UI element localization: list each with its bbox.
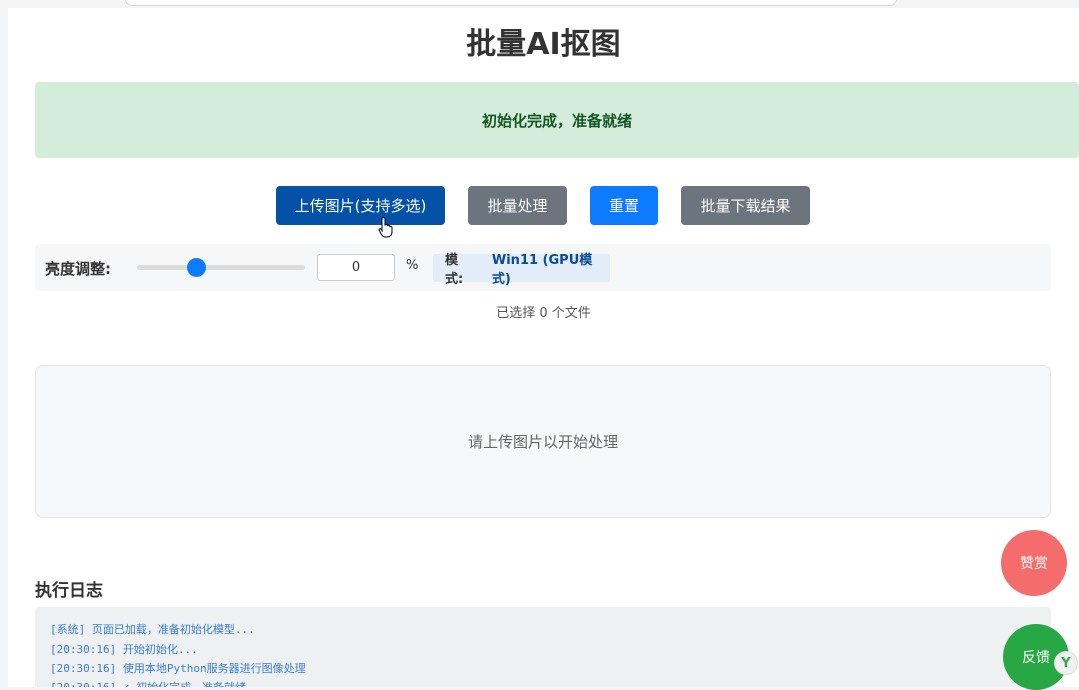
mode-label: 模式: (445, 253, 464, 287)
status-banner: 初始化完成，准备就绪 (35, 82, 1079, 158)
percent-unit: % (406, 258, 419, 273)
brightness-control-row: 亮度调整: % 模式: Win11 (GPU模式) (35, 244, 1051, 291)
log-line: [20:30:16] 开始初始化... (50, 643, 198, 656)
feedback-label: 反馈 (1022, 650, 1050, 666)
mode-value: Win11 (GPU模式) (491, 253, 593, 287)
reward-label: 赞赏 (1020, 556, 1048, 572)
reset-button[interactable]: 重置 (590, 186, 658, 225)
app-badge-icon[interactable]: Y (1054, 651, 1078, 675)
page-title: 批量AI抠图 (466, 27, 621, 62)
batch-download-button[interactable]: 批量下载结果 (681, 186, 810, 225)
log-line: [系统] 页面已加载，准备初始化模型... (50, 623, 255, 636)
log-title: 执行日志 (35, 581, 103, 601)
brightness-slider-thumb[interactable] (187, 258, 206, 277)
brightness-slider-track[interactable] (137, 265, 305, 270)
image-drop-area[interactable]: 请上传图片以开始处理 (35, 365, 1051, 518)
main-card: 批量AI抠图 初始化完成，准备就绪 上传图片(支持多选) 批量处理 重置 批量下… (8, 8, 1079, 687)
reward-button[interactable]: 赞赏 (1001, 530, 1067, 596)
batch-process-button[interactable]: 批量处理 (468, 186, 567, 225)
file-count-text: 已选择 0 个文件 (496, 306, 591, 321)
mode-badge: 模式: Win11 (GPU模式) (433, 253, 610, 287)
hand-cursor-icon (378, 216, 393, 238)
brightness-input[interactable] (317, 254, 395, 281)
log-line: [20:30:16] 使用本地Python服务器进行图像处理 (50, 662, 306, 675)
log-line: [20:30:16] ✓ 初始化完成，准备就绪 (50, 679, 246, 687)
brightness-label: 亮度调整: (45, 260, 111, 278)
status-message: 初始化完成，准备就绪 (481, 111, 632, 130)
upload-button[interactable]: 上传图片(支持多选) (276, 186, 445, 225)
log-panel: [系统] 页面已加载，准备初始化模型... [20:30:16] 开始初始化..… (35, 607, 1051, 687)
drop-area-placeholder: 请上传图片以开始处理 (467, 433, 618, 451)
browser-top-bar (125, 0, 897, 6)
